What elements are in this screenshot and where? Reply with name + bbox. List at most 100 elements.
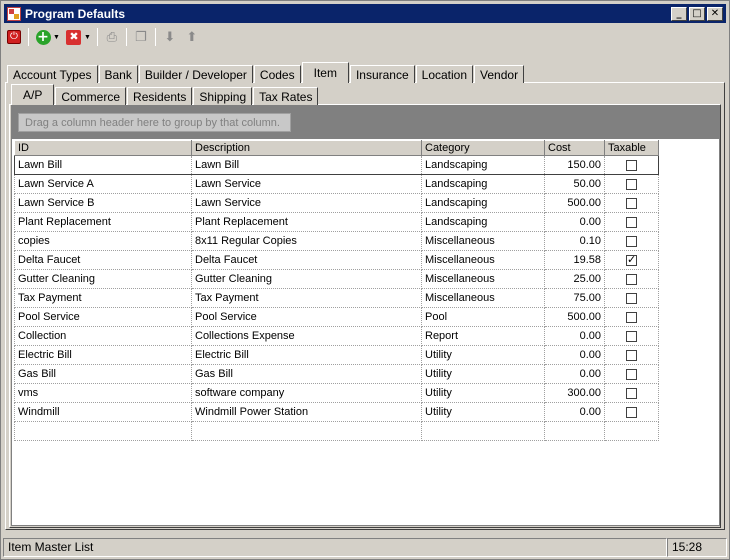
cell-description[interactable]: Plant Replacement xyxy=(191,212,422,232)
taxable-checkbox[interactable] xyxy=(626,216,637,228)
table-row[interactable]: Tax Payment Tax Payment Miscellaneous 75.00 xyxy=(14,288,659,308)
table-row[interactable]: vms software company Utility 300.00 xyxy=(14,383,659,403)
table-row[interactable]: Electric Bill Electric Bill Utility 0.00 xyxy=(14,345,659,365)
tab-codes[interactable]: Codes xyxy=(253,65,301,83)
cell-cost[interactable]: 19.58 xyxy=(544,250,605,270)
tab-vendor[interactable]: Vendor xyxy=(474,65,525,83)
arrow-up-icon[interactable]: ⬆ xyxy=(183,28,201,46)
cell-category[interactable]: Utility xyxy=(421,402,545,422)
close-button[interactable]: ✕ xyxy=(707,6,723,21)
cell-description[interactable]: Pool Service xyxy=(191,307,422,327)
empty-cell[interactable] xyxy=(421,421,545,441)
tab-ap[interactable]: A/P xyxy=(11,84,55,105)
tab-commerce[interactable]: Commerce xyxy=(55,87,127,105)
cell-id[interactable]: Pool Service xyxy=(14,307,192,327)
tab-shipping[interactable]: Shipping xyxy=(193,87,253,105)
tab-residents[interactable]: Residents xyxy=(127,87,193,105)
table-row[interactable]: Collection Collections Expense Report 0.00 xyxy=(14,326,659,346)
empty-cell[interactable] xyxy=(544,421,605,441)
empty-cell[interactable] xyxy=(14,421,192,441)
group-by-area[interactable]: Drag a column header here to group by th… xyxy=(12,106,719,139)
cell-cost[interactable]: 25.00 xyxy=(544,269,605,289)
tab-item[interactable]: Item xyxy=(301,62,349,83)
cell-cost[interactable]: 0.00 xyxy=(544,402,605,422)
tab-builder-developer[interactable]: Builder / Developer xyxy=(138,65,253,83)
cell-description[interactable]: 8x11 Regular Copies xyxy=(191,231,422,251)
cell-cost[interactable]: 500.00 xyxy=(544,193,605,213)
cell-description[interactable]: Lawn Bill xyxy=(191,155,422,175)
cell-description[interactable]: Gas Bill xyxy=(191,364,422,384)
cell-description[interactable]: software company xyxy=(191,383,422,403)
cell-cost[interactable]: 0.00 xyxy=(544,212,605,232)
cell-category[interactable]: Landscaping xyxy=(421,193,545,213)
cell-category[interactable]: Utility xyxy=(421,345,545,365)
cell-cost[interactable]: 75.00 xyxy=(544,288,605,308)
cell-id[interactable]: Gutter Cleaning xyxy=(14,269,192,289)
taxable-checkbox[interactable] xyxy=(626,330,637,342)
taxable-checkbox[interactable] xyxy=(626,311,637,323)
cell-id[interactable]: Lawn Service A xyxy=(14,174,192,194)
column-header-category[interactable]: Category xyxy=(421,140,545,156)
table-row[interactable]: Gutter Cleaning Gutter Cleaning Miscellane… xyxy=(14,269,659,289)
column-header-id[interactable]: ID xyxy=(14,140,192,156)
cell-id[interactable]: Lawn Service B xyxy=(14,193,192,213)
power-icon[interactable]: ⏻ xyxy=(5,28,23,46)
delete-icon[interactable]: ✖ xyxy=(65,28,83,46)
cell-cost[interactable]: 0.00 xyxy=(544,364,605,384)
cell-cost[interactable]: 500.00 xyxy=(544,307,605,327)
tab-bank[interactable]: Bank xyxy=(98,65,138,83)
taxable-checkbox[interactable] xyxy=(626,197,637,209)
cell-description[interactable]: Electric Bill xyxy=(191,345,422,365)
taxable-checkbox[interactable] xyxy=(626,273,637,285)
cell-cost[interactable]: 150.00 xyxy=(544,155,605,175)
cell-category[interactable]: Landscaping xyxy=(421,174,545,194)
taxable-checkbox[interactable] xyxy=(626,349,637,361)
table-row[interactable]: Gas Bill Gas Bill Utility 0.00 xyxy=(14,364,659,384)
cell-id[interactable]: Collection xyxy=(14,326,192,346)
cell-cost[interactable]: 50.00 xyxy=(544,174,605,194)
cell-id[interactable]: Tax Payment xyxy=(14,288,192,308)
cell-description[interactable]: Tax Payment xyxy=(191,288,422,308)
cell-id[interactable]: Gas Bill xyxy=(14,364,192,384)
table-row[interactable]: copies 8x11 Regular Copies Miscellaneous 0.… xyxy=(14,231,659,251)
cell-id[interactable]: Plant Replacement xyxy=(14,212,192,232)
tab-tax-rates[interactable]: Tax Rates xyxy=(253,87,319,105)
cell-category[interactable]: Report xyxy=(421,326,545,346)
taxable-checkbox[interactable] xyxy=(626,159,637,171)
tab-location[interactable]: Location xyxy=(415,65,474,83)
cell-category[interactable]: Miscellaneous xyxy=(421,288,545,308)
tab-account-types[interactable]: Account Types xyxy=(7,65,98,83)
table-row[interactable]: Plant Replacement Plant Replacement Landsc… xyxy=(14,212,659,232)
table-row[interactable]: Lawn Service B Lawn Service Landscaping 500… xyxy=(14,193,659,213)
cell-cost[interactable]: 0.00 xyxy=(544,345,605,365)
table-row[interactable]: Windmill Windmill Power Station Utility 0.0… xyxy=(14,402,659,422)
column-header-taxable[interactable]: Taxable xyxy=(604,140,659,156)
taxable-checkbox[interactable] xyxy=(626,235,637,247)
add-dropdown-arrow[interactable]: ▼ xyxy=(53,34,60,41)
add-icon[interactable]: + xyxy=(34,28,52,46)
cell-id[interactable]: Delta Faucet xyxy=(14,250,192,270)
print-icon[interactable]: ⎙ xyxy=(103,28,121,46)
cell-cost[interactable]: 0.00 xyxy=(544,326,605,346)
column-header-cost[interactable]: Cost xyxy=(544,140,605,156)
tab-insurance[interactable]: Insurance xyxy=(349,65,415,83)
copy-icon[interactable]: ❐ xyxy=(132,28,150,46)
cell-id[interactable]: Windmill xyxy=(14,402,192,422)
cell-description[interactable]: Collections Expense xyxy=(191,326,422,346)
cell-id[interactable]: Lawn Bill xyxy=(14,155,192,175)
table-row[interactable]: Lawn Bill Lawn Bill Landscaping 150.00 xyxy=(14,155,659,175)
cell-category[interactable]: Miscellaneous xyxy=(421,250,545,270)
minimize-button[interactable]: _ xyxy=(671,6,687,21)
cell-description[interactable]: Delta Faucet xyxy=(191,250,422,270)
column-header-description[interactable]: Description xyxy=(191,140,422,156)
cell-description[interactable]: Windmill Power Station xyxy=(191,402,422,422)
empty-cell[interactable] xyxy=(191,421,422,441)
cell-id[interactable]: vms xyxy=(14,383,192,403)
cell-description[interactable]: Lawn Service xyxy=(191,193,422,213)
maximize-button[interactable]: □ xyxy=(689,6,705,21)
cell-category[interactable]: Pool xyxy=(421,307,545,327)
table-row[interactable]: Pool Service Pool Service Pool 500.00 xyxy=(14,307,659,327)
cell-cost[interactable]: 300.00 xyxy=(544,383,605,403)
cell-id[interactable]: Electric Bill xyxy=(14,345,192,365)
taxable-checkbox[interactable] xyxy=(626,292,637,304)
